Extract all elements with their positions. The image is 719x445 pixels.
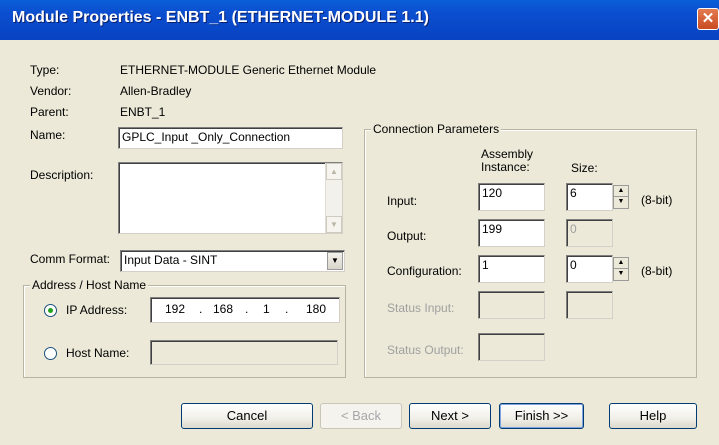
spin-down-icon[interactable]: ▼ (614, 197, 628, 208)
ip-octet-4: 180 (306, 302, 327, 316)
window-title: Module Properties - ENBT_1 (ETHERNET-MOD… (12, 9, 429, 26)
configuration-size-field[interactable]: 0 (566, 255, 613, 283)
ip-octet-3: 1 (263, 302, 270, 316)
input-size-spinner[interactable]: ▲ ▼ (613, 185, 629, 209)
ip-address-radio[interactable] (44, 304, 57, 317)
spin-down-icon[interactable]: ▼ (614, 269, 628, 280)
configuration-size-spinner[interactable]: ▲ ▼ (613, 257, 629, 281)
description-field[interactable]: ▲ ▼ (118, 162, 343, 234)
status-input-field (478, 291, 545, 319)
ip-octet-1: 192 (165, 302, 186, 316)
size-header: Size: (571, 161, 598, 175)
close-icon: ✕ (701, 10, 715, 27)
name-field[interactable]: GPLC_Input _Only_Connection (118, 127, 343, 149)
ip-dot: . (245, 302, 249, 316)
input-instance-field[interactable]: 120 (478, 183, 545, 211)
comm-format-value: Input Data - SINT (124, 253, 218, 267)
output-size-field: 0 (566, 219, 613, 247)
host-name-radio[interactable] (44, 347, 57, 360)
spin-up-icon[interactable]: ▲ (614, 258, 628, 269)
scroll-down-icon[interactable]: ▼ (326, 216, 342, 233)
input-size-field[interactable]: 6 (566, 183, 613, 211)
ip-octet-2: 168 (213, 302, 234, 316)
title-bar: Module Properties - ENBT_1 (ETHERNET-MOD… (0, 0, 719, 40)
spin-up-icon[interactable]: ▲ (614, 186, 628, 197)
comm-format-label: Comm Format: (30, 252, 111, 266)
parent-label: Parent: (30, 105, 69, 119)
close-button[interactable]: ✕ (697, 8, 719, 30)
type-value: ETHERNET-MODULE Generic Ethernet Module (120, 63, 377, 77)
vendor-value: Allen-Bradley (120, 84, 192, 98)
input-size-unit: (8-bit) (641, 193, 673, 207)
configuration-label: Configuration: (387, 264, 462, 278)
status-output-label: Status Output: (387, 343, 464, 357)
vendor-label: Vendor: (30, 84, 72, 98)
comm-format-select[interactable]: Input Data - SINT ▼ (120, 250, 345, 272)
cancel-button[interactable]: Cancel (181, 403, 313, 429)
description-label: Description: (30, 168, 94, 182)
chevron-down-icon[interactable]: ▼ (327, 252, 343, 270)
name-label: Name: (30, 128, 66, 142)
ip-dot: . (199, 302, 203, 316)
address-group-title: Address / Host Name (30, 278, 149, 292)
configuration-instance-field[interactable]: 1 (478, 255, 545, 283)
input-label: Input: (387, 194, 418, 208)
back-button[interactable]: < Back (320, 403, 402, 429)
host-name-field[interactable] (150, 340, 338, 365)
parent-value: ENBT_1 (120, 105, 166, 119)
type-label: Type: (30, 63, 60, 77)
output-instance-field[interactable]: 199 (478, 219, 545, 247)
description-scrollbar[interactable]: ▲ ▼ (325, 163, 342, 233)
status-input-label: Status Input: (387, 301, 455, 315)
assembly-instance-header: Assembly Instance: (481, 147, 534, 174)
help-button[interactable]: Help (609, 403, 697, 429)
scroll-up-icon[interactable]: ▲ (326, 163, 342, 180)
ip-address-field[interactable]: 192 . 168 . 1 . 180 (150, 297, 340, 323)
output-label: Output: (387, 229, 427, 243)
ip-dot: . (285, 302, 289, 316)
next-button[interactable]: Next > (409, 403, 491, 429)
configuration-size-unit: (8-bit) (641, 264, 673, 278)
ip-address-label: IP Address: (66, 303, 128, 317)
status-input-size-field (566, 291, 613, 319)
connection-group-title: Connection Parameters (371, 122, 502, 136)
status-output-field (478, 333, 545, 361)
finish-button[interactable]: Finish >> (499, 403, 584, 429)
host-name-label: Host Name: (66, 346, 130, 360)
